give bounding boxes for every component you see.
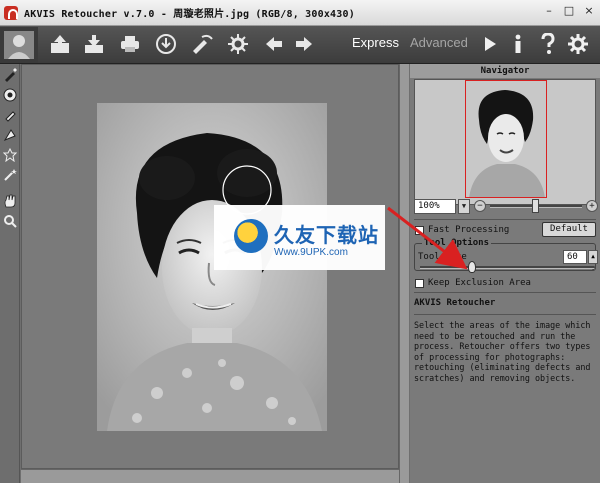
zoom-dropdown-icon[interactable]: ▼ — [458, 199, 470, 214]
tool-size-slider-thumb[interactable] — [468, 261, 477, 273]
undo-arrow-icon[interactable] — [260, 26, 288, 62]
brush-icon[interactable] — [1, 106, 19, 124]
panel-divider — [414, 292, 596, 293]
default-button[interactable]: Default — [542, 222, 596, 237]
patch-icon[interactable] — [1, 146, 19, 164]
tool-size-slider-track[interactable] — [420, 266, 594, 269]
window-title: AKVIS Retoucher v.7.0 - 周璇老照片.jpg (RGB/8… — [24, 9, 355, 20]
fast-processing-checkbox[interactable] — [415, 225, 424, 235]
fast-processing-label: Fast Processing — [428, 225, 510, 235]
keep-exclusion-checkbox[interactable] — [415, 278, 424, 288]
keep-exclusion-option[interactable]: Keep Exclusion Area — [415, 278, 531, 288]
left-tool-panel — [0, 64, 20, 483]
selection-pencil-icon[interactable] — [1, 66, 19, 84]
navigator-thumbnail — [465, 80, 547, 198]
app-window: AKVIS Retoucher v.7.0 - 周璇老照片.jpg (RGB/8… — [0, 0, 600, 483]
help-title: AKVIS Retoucher — [414, 298, 496, 308]
magic-wand-icon[interactable] — [1, 166, 19, 184]
maximize-button[interactable]: □ — [562, 4, 576, 18]
redo-arrow-icon[interactable] — [290, 26, 318, 62]
watermark-logo-icon — [234, 219, 268, 253]
tool-size-label: Tool Size — [418, 252, 467, 262]
app-logo-thumbnail — [0, 27, 38, 63]
watermark-banner: 久友下载站 Www.9UPK.com — [214, 205, 385, 270]
navigator-preview[interactable] — [414, 79, 596, 205]
panel-divider — [414, 314, 596, 315]
zoom-in-icon[interactable]: + — [586, 200, 598, 212]
save-icon[interactable] — [80, 26, 108, 62]
title-bar: AKVIS Retoucher v.7.0 - 周璇老照片.jpg (RGB/8… — [0, 0, 600, 26]
gear-icon[interactable] — [564, 26, 592, 62]
help-text: Select the areas of the image which need… — [414, 320, 591, 383]
settings-gear-icon[interactable] — [224, 26, 252, 62]
eraser-icon[interactable] — [1, 86, 19, 104]
watermark-site-name: 久友下载站 — [274, 223, 379, 247]
zoom-level-field[interactable]: 100% — [414, 199, 456, 214]
tool-size-field[interactable]: 60 — [563, 250, 587, 264]
zoom-out-icon[interactable]: − — [474, 200, 486, 212]
zoom-controls: 100% ▼ − + — [414, 199, 600, 217]
fast-processing-option[interactable]: Fast Processing — [415, 225, 509, 235]
close-button[interactable]: × — [582, 4, 596, 18]
zoom-slider-thumb[interactable] — [532, 199, 539, 213]
watermark-url: Www.9UPK.com — [274, 247, 348, 258]
navigator-title: Navigator — [410, 64, 600, 78]
hand-icon[interactable] — [1, 192, 19, 210]
main-toolbar: Express Advanced — [0, 26, 600, 64]
akvis-app-icon — [4, 5, 18, 20]
play-icon[interactable] — [476, 26, 504, 62]
info-icon[interactable] — [504, 26, 532, 62]
tool-options-title: Tool Options — [422, 238, 492, 248]
tool-size-spinner-icon[interactable]: ▲▼ — [588, 250, 598, 272]
window-controls: – □ × — [542, 4, 596, 18]
help-icon[interactable] — [534, 26, 562, 62]
keep-exclusion-label: Keep Exclusion Area — [428, 278, 531, 288]
settings-panel: Navigator 100% ▼ − + Fast Processing Def… — [410, 64, 600, 483]
open-icon[interactable] — [46, 26, 74, 62]
express-mode-tab[interactable]: Express — [352, 35, 399, 50]
share-icon[interactable] — [152, 26, 180, 62]
horizontal-scrollbar[interactable] — [21, 469, 399, 483]
panel-divider — [414, 219, 596, 220]
clone-stamp-icon[interactable] — [1, 126, 19, 144]
preferences-icon[interactable] — [188, 26, 216, 62]
vertical-scrollbar[interactable] — [399, 64, 409, 483]
print-icon[interactable] — [116, 26, 144, 62]
zoom-icon[interactable] — [1, 212, 19, 230]
minimize-button[interactable]: – — [542, 4, 556, 18]
advanced-mode-tab[interactable]: Advanced — [410, 35, 468, 50]
